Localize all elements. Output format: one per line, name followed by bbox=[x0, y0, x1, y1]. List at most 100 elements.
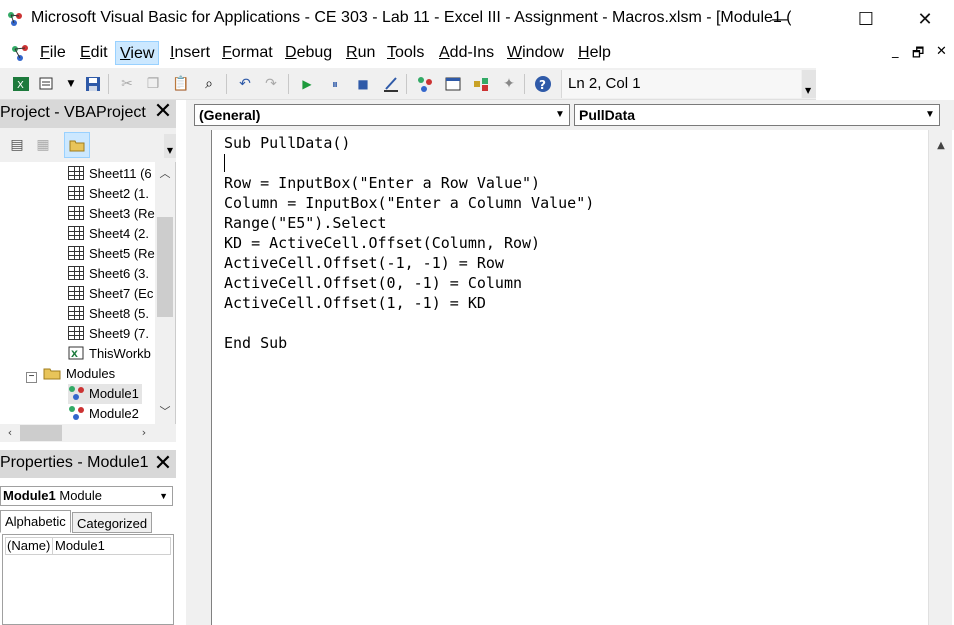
scroll-left-icon[interactable]: ‹ bbox=[0, 423, 20, 443]
sheet-icon bbox=[68, 166, 84, 180]
view-object-icon[interactable]: ▦ bbox=[32, 134, 54, 156]
project-tree: Sheet11 (6 Sheet2 (1. Sheet3 (Re Sheet4 … bbox=[0, 162, 176, 442]
scroll-up-icon[interactable]: ︿ bbox=[155, 164, 175, 184]
break-icon[interactable]: ⏸ bbox=[324, 73, 346, 95]
tree-item-sheet5[interactable]: Sheet5 (Re bbox=[68, 244, 155, 264]
scroll-right-icon[interactable]: › bbox=[134, 423, 154, 443]
project-tree-vscrollbar[interactable]: ︿ ﹀ bbox=[155, 162, 175, 424]
menu-add-ins[interactable]: Add-Ins bbox=[435, 41, 498, 65]
run-icon[interactable]: ▶ bbox=[296, 73, 318, 95]
scroll-down-icon[interactable]: ﹀ bbox=[155, 402, 175, 422]
insert-dropdown-icon[interactable]: ▼ bbox=[60, 73, 82, 95]
project-explorer-icon[interactable] bbox=[414, 73, 436, 95]
code-line[interactable]: Column = InputBox("Enter a Column Value"… bbox=[224, 193, 594, 213]
view-code-icon[interactable]: ▤ bbox=[6, 134, 28, 156]
project-pane-close-button[interactable]: ✕ bbox=[152, 101, 174, 124]
excel-icon[interactable]: X bbox=[10, 73, 32, 95]
menu-debug[interactable]: Debug bbox=[281, 41, 336, 65]
code-vscrollbar[interactable]: ▲ bbox=[928, 130, 952, 625]
workbook-icon: X bbox=[68, 346, 84, 360]
code-line[interactable]: ActiveCell.Offset(-1, -1) = Row bbox=[224, 253, 504, 273]
help-icon[interactable]: ? bbox=[532, 73, 554, 95]
maximize-button[interactable]: ☐ bbox=[837, 0, 895, 38]
mdi-restore-button[interactable]: 🗗 bbox=[912, 44, 924, 66]
chevron-down-icon[interactable]: ▼ bbox=[159, 487, 168, 505]
properties-object-select[interactable]: Module1 Module ▼ bbox=[0, 486, 173, 506]
scroll-thumb[interactable] bbox=[157, 217, 173, 317]
module-icon bbox=[69, 386, 84, 400]
toolbox-icon[interactable]: ✦ bbox=[498, 73, 520, 95]
tree-item-module2[interactable]: Module2 bbox=[68, 404, 139, 424]
code-line[interactable]: Sub PullData() bbox=[224, 133, 350, 153]
code-line[interactable]: Range("E5").Select bbox=[224, 213, 387, 233]
procedure-combo[interactable]: PullData ▼ bbox=[574, 104, 940, 126]
insert-module-icon[interactable] bbox=[36, 73, 58, 95]
tree-item-sheet7[interactable]: Sheet7 (Ec bbox=[68, 284, 153, 304]
object-browser-icon[interactable] bbox=[470, 73, 492, 95]
tree-item-sheet8[interactable]: Sheet8 (5. bbox=[68, 304, 149, 324]
code-line[interactable]: ActiveCell.Offset(1, -1) = KD bbox=[224, 293, 486, 313]
undo-icon[interactable]: ↶ bbox=[234, 73, 256, 95]
tree-item-thisworkbook[interactable]: X ThisWorkb bbox=[68, 344, 151, 364]
code-line[interactable]: ActiveCell.Offset(0, -1) = Column bbox=[224, 273, 522, 293]
menu-run[interactable]: Run bbox=[342, 41, 379, 65]
properties-icon[interactable] bbox=[442, 73, 464, 95]
code-line[interactable]: KD = ActiveCell.Offset(Column, Row) bbox=[224, 233, 540, 253]
code-line[interactable]: End Sub bbox=[224, 333, 287, 353]
cut-icon[interactable]: ✂ bbox=[116, 73, 138, 95]
mdi-minimize-button[interactable]: _ bbox=[892, 44, 899, 59]
scroll-up-icon[interactable]: ▲ bbox=[931, 136, 951, 156]
menu-insert[interactable]: Insert bbox=[166, 41, 214, 65]
property-row[interactable]: (Name) Module1 bbox=[5, 537, 171, 555]
code-margin-indicator-bar[interactable] bbox=[186, 130, 212, 625]
code-line[interactable]: Row = InputBox("Enter a Row Value") bbox=[224, 173, 540, 193]
tree-item-sheet11[interactable]: Sheet11 (6 bbox=[68, 164, 152, 184]
module-icon bbox=[69, 406, 84, 420]
sheet-icon bbox=[68, 186, 84, 200]
find-icon[interactable]: ⌕ bbox=[198, 73, 220, 95]
tree-item-sheet2[interactable]: Sheet2 (1. bbox=[68, 184, 149, 204]
toggle-folders-icon[interactable] bbox=[64, 132, 90, 158]
code-editor[interactable]: Sub PullData() Row = InputBox("Enter a R… bbox=[213, 130, 927, 625]
tab-categorized[interactable]: Categorized bbox=[72, 512, 153, 533]
collapse-icon[interactable]: − bbox=[26, 372, 37, 383]
save-icon[interactable] bbox=[82, 73, 104, 95]
vba-menu-icon[interactable] bbox=[10, 43, 32, 63]
hscroll-thumb[interactable] bbox=[20, 425, 62, 441]
mdi-close-button[interactable]: ✕ bbox=[936, 44, 947, 59]
properties-pane-close-button[interactable]: ✕ bbox=[152, 453, 174, 476]
menu-window[interactable]: Window bbox=[503, 41, 568, 65]
object-combo[interactable]: (General) ▼ bbox=[194, 104, 570, 126]
paste-icon[interactable]: 📋 bbox=[170, 73, 192, 95]
minimize-button[interactable]: — bbox=[751, 0, 809, 38]
tree-item-sheet9[interactable]: Sheet9 (7. bbox=[68, 324, 149, 344]
property-value[interactable]: Module1 bbox=[55, 538, 105, 554]
chevron-down-icon[interactable]: ▼ bbox=[921, 105, 939, 125]
sheet-icon bbox=[68, 226, 84, 240]
svg-text:X: X bbox=[17, 80, 24, 91]
svg-text:?: ? bbox=[539, 78, 546, 92]
menu-format[interactable]: Format bbox=[218, 41, 277, 65]
project-toolbar-more-icon[interactable]: ▼ bbox=[164, 134, 176, 158]
tree-item-sheet3[interactable]: Sheet3 (Re bbox=[68, 204, 155, 224]
tree-item-sheet4[interactable]: Sheet4 (2. bbox=[68, 224, 149, 244]
menu-tools[interactable]: Tools bbox=[383, 41, 428, 65]
tab-alphabetic[interactable]: Alphabetic bbox=[0, 510, 71, 533]
close-button[interactable]: ✕ bbox=[896, 0, 954, 38]
chevron-down-icon[interactable]: ▼ bbox=[551, 105, 569, 125]
tree-item-sheet6[interactable]: Sheet6 (3. bbox=[68, 264, 149, 284]
properties-pane-title: Properties - Module1 bbox=[0, 450, 176, 478]
menu-view[interactable]: View bbox=[115, 41, 160, 65]
tree-item-module1[interactable]: Module1 bbox=[68, 384, 142, 404]
copy-icon[interactable]: ❐ bbox=[142, 73, 164, 95]
menu-help[interactable]: Help bbox=[574, 41, 615, 65]
svg-text:X: X bbox=[71, 350, 78, 360]
reset-icon[interactable]: ■ bbox=[352, 73, 374, 95]
toolbar-options-icon[interactable]: ▼ bbox=[802, 70, 816, 98]
menu-file[interactable]: File bbox=[36, 41, 70, 65]
project-tree-hscrollbar[interactable]: ‹ › bbox=[0, 424, 176, 442]
menu-edit[interactable]: Edit bbox=[76, 41, 112, 65]
tree-item-modules[interactable]: − Modules bbox=[26, 364, 115, 384]
design-mode-icon[interactable] bbox=[380, 73, 402, 95]
redo-icon[interactable]: ↷ bbox=[260, 73, 282, 95]
